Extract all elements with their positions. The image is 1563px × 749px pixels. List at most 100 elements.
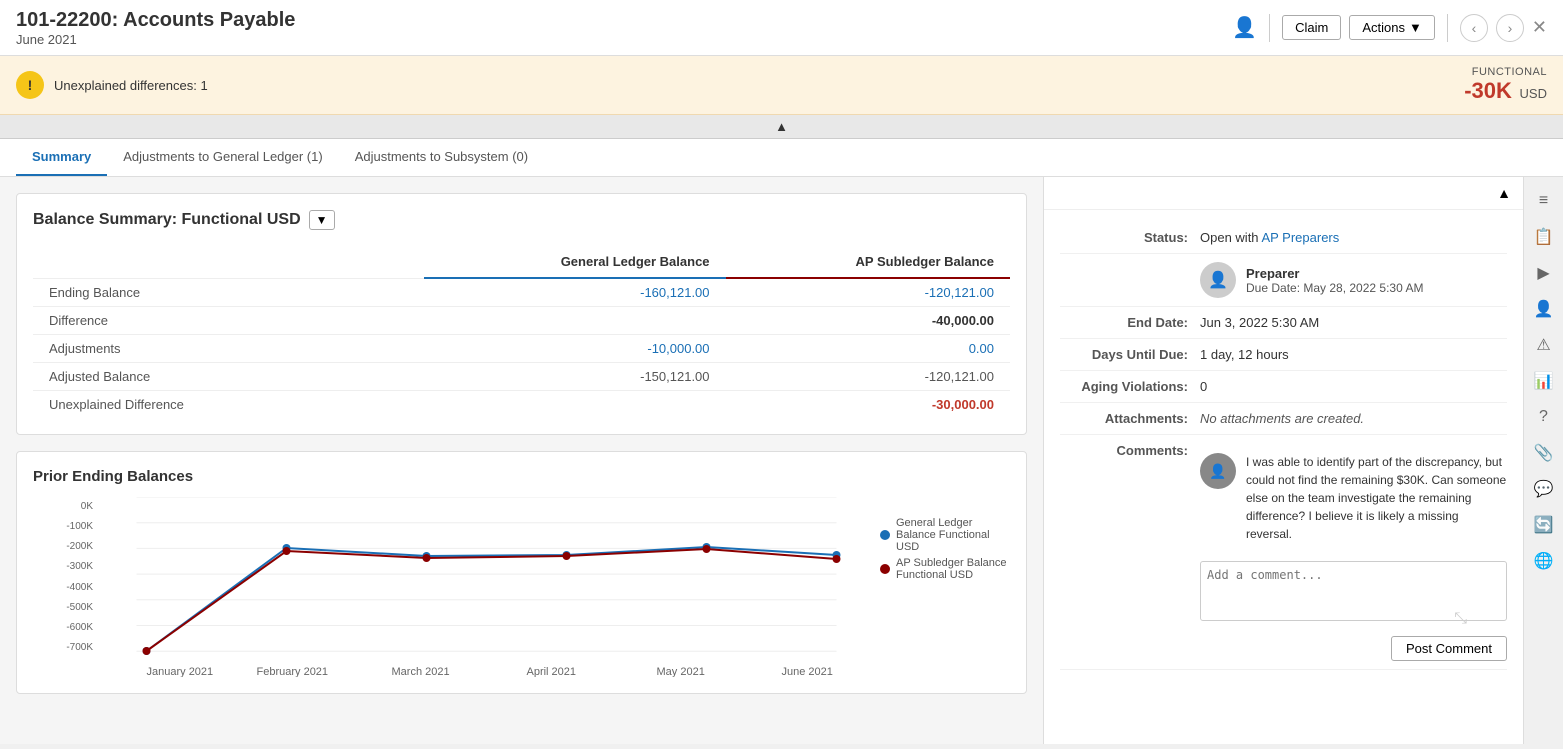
- legend-label-ap: AP Subledger Balance Functional USD: [896, 557, 1010, 581]
- row-label: Unexplained Difference: [33, 391, 424, 419]
- status-link[interactable]: AP Preparers: [1261, 230, 1339, 245]
- row-ap-val: -30,000.00: [726, 391, 1010, 419]
- days-due-value: 1 day, 12 hours: [1200, 347, 1507, 362]
- person-icon: 👤: [1232, 15, 1257, 40]
- preparer-info: Preparer Due Date: May 28, 2022 5:30 AM: [1246, 266, 1423, 295]
- svg-text:January 2021: January 2021: [147, 666, 214, 677]
- collapse-bar[interactable]: ▲: [0, 115, 1563, 139]
- left-panel: Balance Summary: Functional USD ▼ Genera…: [0, 177, 1043, 744]
- aging-value: 0: [1200, 379, 1507, 394]
- warning-icon: !: [16, 71, 44, 99]
- row-ap-val: 0.00: [726, 335, 1010, 363]
- comment-text: I was able to identify part of the discr…: [1246, 453, 1507, 543]
- sidebar-data-icon[interactable]: 📊: [1528, 365, 1560, 397]
- warning-right: FUNCTIONAL -30K USD: [1464, 66, 1547, 104]
- preparer-avatar: 👤: [1200, 262, 1236, 298]
- functional-label: FUNCTIONAL: [1464, 66, 1547, 78]
- sidebar-list-icon[interactable]: ≡: [1528, 185, 1560, 217]
- divider2: [1447, 14, 1448, 42]
- svg-text:March 2021: March 2021: [392, 666, 450, 677]
- days-due-label: Days Until Due:: [1060, 347, 1200, 362]
- chart-svg: January 2021 February 2021 March 2021 Ap…: [101, 497, 872, 677]
- post-comment-button[interactable]: Post Comment: [1391, 636, 1507, 661]
- status-value: Open with AP Preparers: [1200, 230, 1507, 245]
- row-gl-val: -160,121.00: [424, 278, 726, 307]
- panel-collapse-button[interactable]: ▲: [1497, 185, 1511, 201]
- row-ap-val: -40,000.00: [726, 307, 1010, 335]
- comments-area: 👤 I was able to identify part of the dis…: [1200, 443, 1507, 661]
- sidebar-attach-icon[interactable]: 📎: [1528, 437, 1560, 469]
- header-left: 101-22200: Accounts Payable June 2021: [16, 9, 295, 47]
- preparer-title: Preparer: [1246, 266, 1423, 281]
- tab-gl[interactable]: Adjustments to General Ledger (1): [107, 139, 338, 176]
- sidebar-chat-icon[interactable]: 💬: [1528, 473, 1560, 505]
- attachments-value: No attachments are created.: [1200, 411, 1507, 426]
- y-axis: 0K -100K -200K -300K -400K -500K -600K -…: [33, 497, 93, 677]
- table-row: Unexplained Difference -30,000.00: [33, 391, 1010, 419]
- balance-dropdown[interactable]: ▼: [309, 210, 335, 230]
- header: 101-22200: Accounts Payable June 2021 👤 …: [0, 0, 1563, 56]
- legend-item-ap: AP Subledger Balance Functional USD: [880, 557, 1010, 581]
- resize-icon: ⤡: [1454, 610, 1467, 628]
- row-gl-val: [424, 391, 726, 419]
- tabs-bar: Summary Adjustments to General Ledger (1…: [0, 139, 1563, 177]
- right-panel-content: Status: Open with AP Preparers 👤 Prepare…: [1044, 210, 1523, 744]
- attachments-row: Attachments: No attachments are created.: [1060, 403, 1507, 435]
- header-right: 👤 Claim Actions ▼ ‹ › ✕: [1232, 14, 1547, 42]
- card-title: Balance Summary: Functional USD ▼: [33, 210, 1010, 230]
- claim-button[interactable]: Claim: [1282, 15, 1341, 40]
- col-gl-header: General Ledger Balance: [424, 246, 726, 278]
- sidebar-play-icon[interactable]: ▶: [1528, 257, 1560, 289]
- row-label: Adjusted Balance: [33, 363, 424, 391]
- card-title-text: Balance Summary: Functional USD: [33, 211, 301, 229]
- table-row: Difference -40,000.00: [33, 307, 1010, 335]
- chart-title: Prior Ending Balances: [33, 468, 1010, 485]
- sidebar-globe-icon[interactable]: 🌐: [1528, 545, 1560, 577]
- balance-summary-card: Balance Summary: Functional USD ▼ Genera…: [16, 193, 1027, 435]
- warning-message: Unexplained differences: 1: [54, 78, 208, 93]
- sidebar-help-icon[interactable]: ?: [1528, 401, 1560, 433]
- status-row: Status: Open with AP Preparers: [1060, 222, 1507, 254]
- sidebar-icons: ≡ 📋 ▶ 👤 ⚠ 📊 ? 📎 💬 🔄 🌐: [1523, 177, 1563, 744]
- row-label: Adjustments: [33, 335, 424, 363]
- main-layout: Balance Summary: Functional USD ▼ Genera…: [0, 177, 1563, 744]
- tab-sub[interactable]: Adjustments to Subsystem (0): [339, 139, 544, 176]
- right-panel: ▲ Status: Open with AP Preparers 👤 Prepa…: [1043, 177, 1523, 744]
- divider: [1269, 14, 1270, 42]
- svg-text:May 2021: May 2021: [657, 666, 705, 677]
- collapse-icon: ▲: [775, 119, 788, 134]
- aging-label: Aging Violations:: [1060, 379, 1200, 394]
- prev-button[interactable]: ‹: [1460, 14, 1488, 42]
- row-ap-val: -120,121.00: [726, 363, 1010, 391]
- comment-item: 👤 I was able to identify part of the dis…: [1200, 443, 1507, 553]
- status-label: Status:: [1060, 230, 1200, 245]
- attachments-label: Attachments:: [1060, 411, 1200, 426]
- end-date-row: End Date: Jun 3, 2022 5:30 AM: [1060, 307, 1507, 339]
- comments-row: Comments: 👤 I was able to identify part …: [1060, 435, 1507, 670]
- sidebar-refresh-icon[interactable]: 🔄: [1528, 509, 1560, 541]
- chart-container: 0K -100K -200K -300K -400K -500K -600K -…: [33, 497, 1010, 677]
- preparer-row: 👤 Preparer Due Date: May 28, 2022 5:30 A…: [1060, 254, 1507, 307]
- next-button[interactable]: ›: [1496, 14, 1524, 42]
- right-panel-header: ▲: [1044, 177, 1523, 210]
- sidebar-doc-icon[interactable]: 📋: [1528, 221, 1560, 253]
- aging-row: Aging Violations: 0: [1060, 371, 1507, 403]
- prior-balances-card: Prior Ending Balances 0K -100K -200K -30…: [16, 451, 1027, 694]
- table-row: Adjusted Balance -150,121.00 -120,121.00: [33, 363, 1010, 391]
- sidebar-user-icon[interactable]: 👤: [1528, 293, 1560, 325]
- legend-dot-gl: [880, 530, 890, 540]
- page-title: 101-22200: Accounts Payable: [16, 9, 295, 32]
- tab-summary[interactable]: Summary: [16, 139, 107, 176]
- table-row: Ending Balance -160,121.00 -120,121.00: [33, 278, 1010, 307]
- svg-text:February 2021: February 2021: [257, 666, 329, 677]
- preparer-due: Due Date: May 28, 2022 5:30 AM: [1246, 281, 1423, 295]
- sidebar-warning-icon[interactable]: ⚠: [1528, 329, 1560, 361]
- end-date-value: Jun 3, 2022 5:30 AM: [1200, 315, 1507, 330]
- row-label: Ending Balance: [33, 278, 424, 307]
- row-gl-val: -10,000.00: [424, 335, 726, 363]
- actions-button[interactable]: Actions ▼: [1349, 15, 1435, 40]
- close-button[interactable]: ✕: [1532, 17, 1547, 38]
- row-ap-val: -120,121.00: [726, 278, 1010, 307]
- legend-item-gl: General Ledger Balance Functional USD: [880, 517, 1010, 553]
- end-date-label: End Date:: [1060, 315, 1200, 330]
